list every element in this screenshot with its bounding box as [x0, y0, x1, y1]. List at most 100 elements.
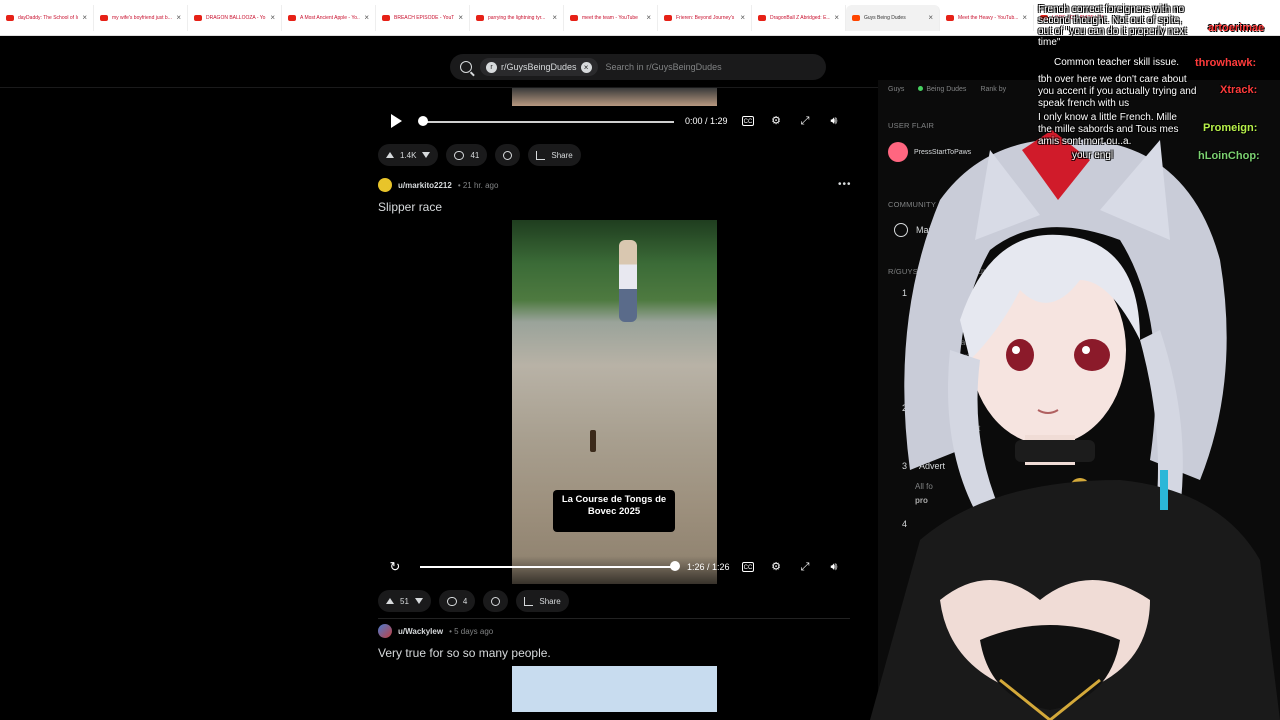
share-button[interactable]: Share — [516, 590, 569, 612]
browser-tab[interactable]: DRAGON BALLOOZA - Yo... × — [188, 4, 282, 31]
post-media[interactable] — [378, 666, 850, 720]
tab-title: DragonBall Z Abridged: E... — [770, 14, 831, 21]
progress-track[interactable] — [422, 121, 674, 123]
browser-tab[interactable]: parrying the lightning tyr... × — [470, 4, 564, 31]
share-button[interactable]: Share — [528, 144, 581, 166]
post-time-text: 21 hr. ago — [462, 180, 499, 190]
vote-pill: 1.4K — [378, 144, 439, 166]
sidebar-tab[interactable]: Being Dudes — [918, 86, 966, 93]
sidebar-tab[interactable]: Rank by — [980, 86, 1006, 93]
browser-tab[interactable]: my wife's boyfriend just b... × — [94, 4, 188, 31]
fullscreen-icon[interactable]: ⤢ — [798, 560, 812, 574]
post-title[interactable]: Very true for so so many people. — [378, 646, 551, 660]
chat-message: time" — [1038, 37, 1061, 48]
browser-tab[interactable]: Meet the Heavy - YouTub... × — [940, 4, 1034, 31]
share-label: Share — [551, 150, 573, 160]
play-icon[interactable] — [391, 114, 402, 128]
youtube-icon — [100, 14, 108, 21]
section-heading: R/GUYSBEINGDUDES RUL — [888, 267, 988, 276]
sidebar-tab[interactable]: Guys — [888, 86, 904, 93]
video-player[interactable]: 0:00 / 1:29 CC ⚙ ⤢ 🔊︎ — [378, 88, 850, 148]
volume-icon[interactable]: 🔊︎ — [827, 114, 841, 128]
browser-tab[interactable]: Frieren: Beyond Journey's ... × — [658, 4, 752, 31]
close-icon[interactable]: × — [740, 13, 745, 22]
progress-track[interactable] — [420, 566, 678, 568]
share-label: Share — [539, 596, 561, 606]
upvote-icon[interactable] — [386, 598, 394, 604]
close-icon[interactable]: × — [176, 13, 181, 22]
chat-username: artoerimae — [1208, 22, 1265, 34]
fullscreen-icon[interactable]: ⤢ — [798, 114, 812, 128]
youtube-icon — [758, 14, 766, 21]
close-icon[interactable]: × — [1022, 13, 1027, 22]
tab-title: DRAGON BALLOOZA - Yo... — [206, 14, 267, 21]
comment-icon — [454, 150, 465, 160]
gear-icon[interactable]: ⚙ — [769, 560, 783, 574]
close-icon[interactable]: × — [552, 13, 557, 22]
search-input[interactable]: Search in r/GuysBeingDudes — [606, 62, 722, 72]
comment-count: 41 — [470, 150, 480, 160]
close-icon[interactable]: × — [82, 13, 87, 22]
rule-text: Mods is chill, no st — [915, 424, 981, 433]
progress-knob[interactable] — [670, 561, 680, 571]
rule-item[interactable]: 3 Advert — [902, 461, 945, 471]
tab-title: BREACH EPISODE - YouTub... — [394, 14, 455, 21]
chat-username: Xtrack: — [1220, 84, 1258, 96]
chat-username: Promeign: — [1203, 122, 1258, 134]
rule-item[interactable]: 2 On Topic — [902, 403, 954, 413]
avatar[interactable] — [378, 624, 392, 638]
post-actions: 1.4K 41 Share — [378, 144, 581, 166]
subreddit-chip-label: r/GuysBeingDudes — [501, 62, 577, 72]
youtube-icon — [194, 14, 202, 21]
comments-button[interactable]: 41 — [446, 144, 488, 166]
close-icon[interactable]: × — [834, 13, 839, 22]
close-icon[interactable]: × — [928, 13, 933, 22]
search-icon — [460, 61, 472, 73]
post-author[interactable]: u/Wackylew — [398, 627, 443, 636]
rule-item[interactable]: 1 Follow Reddiq — [902, 288, 976, 298]
subreddit-chip[interactable]: r r/GuysBeingDudes × — [480, 58, 598, 76]
replay-icon[interactable]: ↻ — [388, 560, 402, 574]
comments-button[interactable]: 4 — [438, 590, 476, 612]
user-flair[interactable]: PressStartToPaws — [888, 142, 971, 162]
post-meta: u/markito2212 • 21 hr. ago — [378, 178, 498, 192]
browser-tab[interactable]: A Most Ancient Apple - Yo... × — [282, 4, 376, 31]
downvote-icon[interactable] — [414, 598, 423, 604]
search-bar[interactable]: r r/GuysBeingDudes × Search in r/GuysBei… — [450, 54, 826, 80]
gear-icon[interactable]: ⚙ — [769, 114, 783, 128]
upvote-icon[interactable] — [386, 152, 394, 158]
close-icon[interactable]: × — [580, 61, 592, 73]
progress-knob[interactable] — [418, 116, 428, 126]
captions-icon[interactable]: CC — [742, 562, 754, 572]
rule-description: All fo pro — [915, 480, 1025, 508]
more-options-icon[interactable]: ••• — [838, 179, 852, 190]
browser-tab-active[interactable]: Guys Being Dudes × — [846, 4, 940, 31]
vote-count: 51 — [400, 596, 409, 606]
flair-username: PressStartToPaws — [914, 148, 972, 156]
chat-room-item[interactable]: Man Cave — [894, 223, 957, 237]
rule-item[interactable]: 4 — [902, 519, 907, 529]
close-icon[interactable]: × — [646, 13, 651, 22]
avatar[interactable] — [378, 178, 392, 192]
browser-tab[interactable]: meet the team - YouTube × — [564, 4, 658, 31]
browser-tab[interactable]: dayDaddy: The School of Iu... × — [0, 4, 94, 31]
chat-icon — [894, 223, 908, 237]
award-button[interactable] — [483, 590, 509, 612]
community-sidebar: Guys Being Dudes Rank by USER FLAIR Pres… — [878, 80, 1280, 720]
downvote-icon[interactable] — [422, 152, 431, 158]
award-button[interactable] — [495, 144, 521, 166]
reddiquette-link[interactable]: Reddiquette. Y — [915, 364, 1025, 378]
captions-icon[interactable]: CC — [742, 116, 754, 126]
close-icon[interactable]: × — [270, 13, 275, 22]
close-icon[interactable]: × — [364, 13, 369, 22]
post-title[interactable]: Slipper race — [378, 200, 442, 214]
youtube-icon — [946, 14, 954, 21]
post-author[interactable]: u/markito2212 — [398, 181, 452, 190]
chat-room-label: Man Cave — [916, 225, 958, 235]
youtube-icon — [288, 14, 296, 21]
close-icon[interactable]: × — [458, 13, 463, 22]
volume-icon[interactable]: 🔊︎ — [827, 560, 841, 574]
browser-tab[interactable]: BREACH EPISODE - YouTub...× — [376, 4, 470, 31]
browser-tab[interactable]: DragonBall Z Abridged: E... × — [752, 4, 846, 31]
time-display: 0:00 / 1:29 — [685, 116, 728, 126]
